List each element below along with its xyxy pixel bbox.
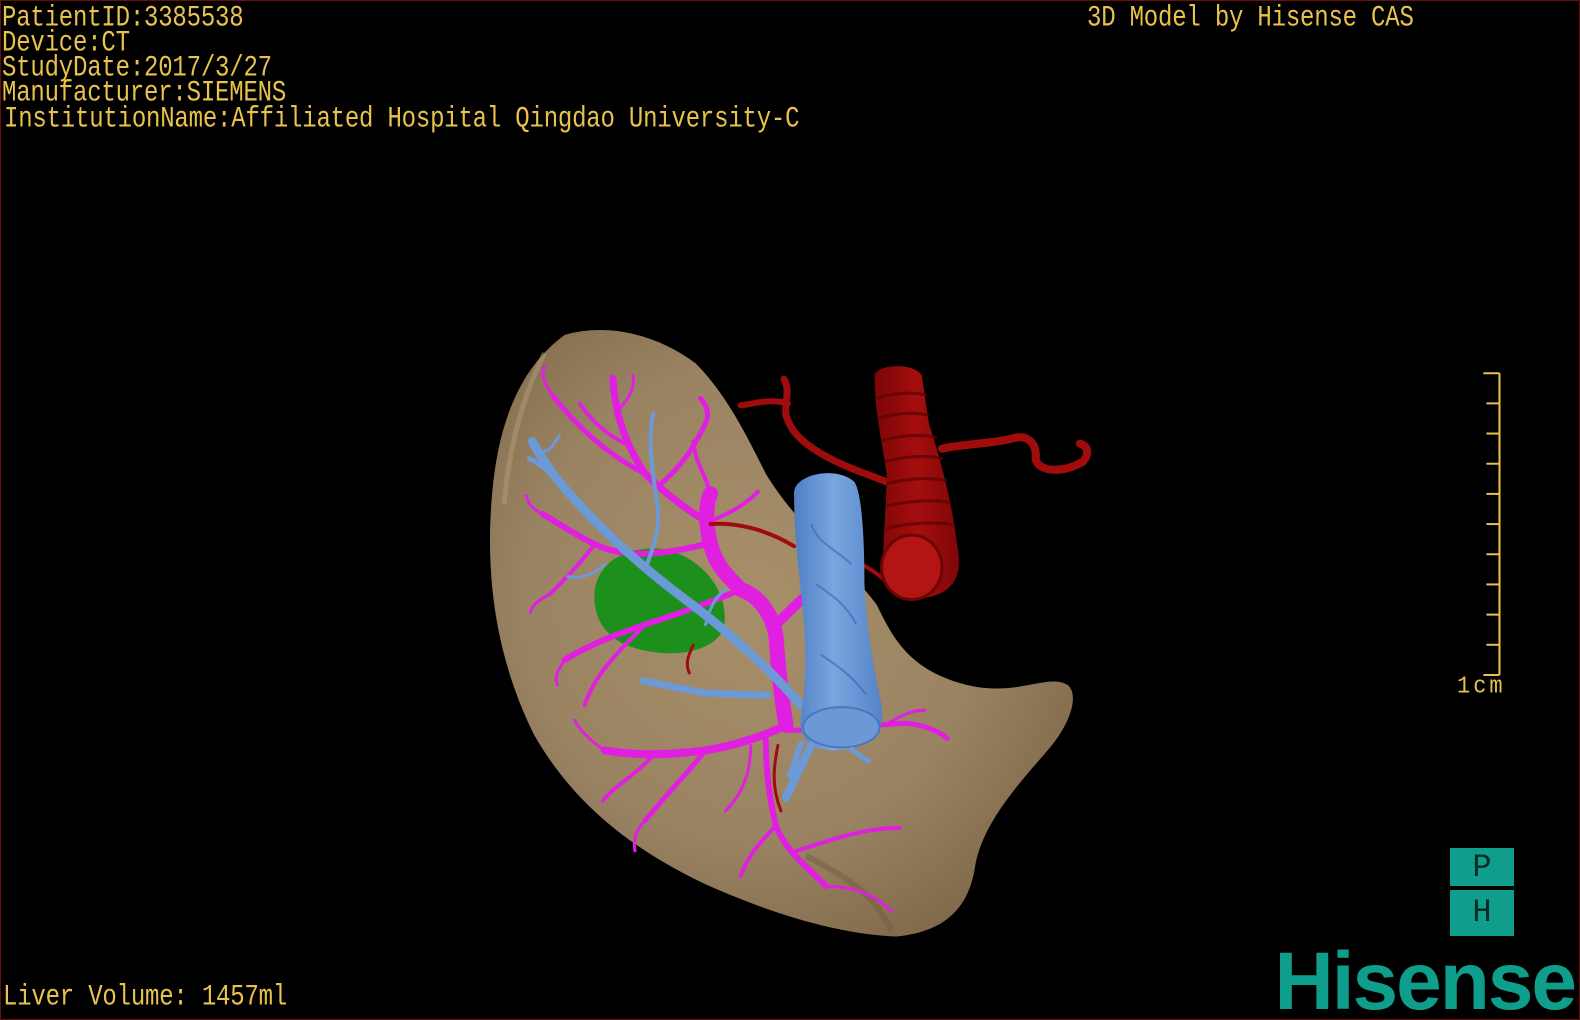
aorta-cut-face: [880, 533, 944, 602]
hisense-logo: Hisense: [1274, 936, 1577, 1020]
artery-branch: [737, 398, 792, 409]
ivc-cut-face: [802, 706, 881, 749]
institution-name-text: InstitutionName:Affiliated Hospital Qing…: [4, 103, 800, 137]
badge-letter-top: P: [1450, 848, 1514, 886]
liver-volume-text: Liver Volume: 1457ml: [3, 981, 288, 1015]
model-credit-text: 3D Model by Hisense CAS: [1087, 2, 1414, 36]
badge-letter-bottom: H: [1450, 890, 1514, 936]
scale-bar-label: 1cm: [1457, 672, 1506, 701]
artery-branch: [937, 433, 1092, 474]
model-scene[interactable]: [1, 1, 1579, 1019]
scale-bar: [1483, 372, 1501, 676]
ph-badge-logo: P H: [1450, 848, 1514, 936]
viewport-canvas[interactable]: PatientID:3385538 Device:CT StudyDate:20…: [0, 0, 1580, 1020]
artery-branch: [780, 375, 891, 486]
